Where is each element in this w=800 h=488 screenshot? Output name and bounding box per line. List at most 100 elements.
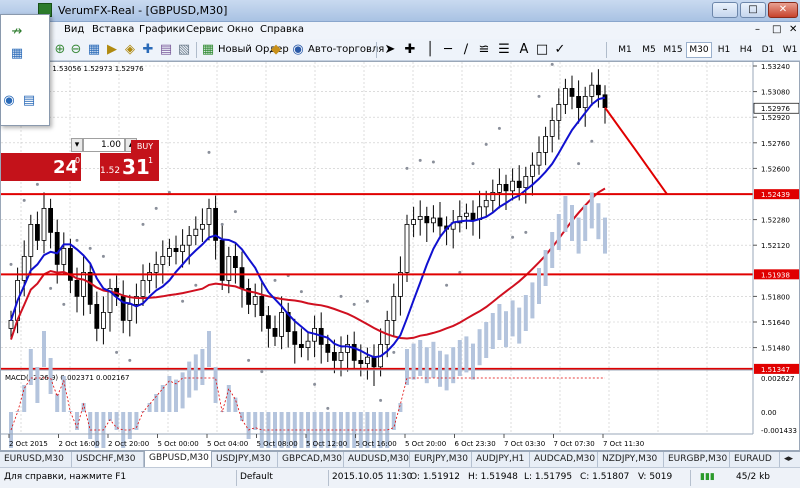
zoom-out-icon[interactable]: ⊖ [68,42,84,58]
candle-body [516,180,522,188]
menu-charts[interactable]: Графики [139,24,185,35]
candle-body [101,311,106,329]
lot-input[interactable]: 1.00 [83,138,125,152]
sell-button[interactable]: 24 0 [1,153,81,181]
fibonacci-icon[interactable]: ☰ [496,42,512,58]
tile-windows-icon[interactable]: ▦ [86,42,102,58]
text-tool-icon[interactable]: A [516,42,532,58]
timeframe-m5[interactable]: M5 [638,42,660,58]
minimize-button[interactable]: – [712,2,738,18]
tab-audjpy[interactable]: AUDJPY,H1 [472,452,530,467]
psar-dot [445,283,449,287]
macd-histogram-bar [471,343,475,380]
templates-icon[interactable]: ▧ [176,42,192,58]
level-price-label: 1.51938 [761,271,790,279]
menu-help[interactable]: Справка [260,24,304,35]
candle-body [28,223,34,257]
tab-usdjpy[interactable]: USDJPY,M30 [212,452,278,467]
psar-dot [207,150,211,154]
expert-icon[interactable]: ◆ [268,42,284,58]
timeframe-d1[interactable]: D1 [758,42,778,58]
tab-audcad[interactable]: AUDCAD,M30 [530,452,598,467]
horizontal-line-icon[interactable]: ─ [440,42,456,58]
psar-dot [497,126,501,130]
timeframe-m15[interactable]: M15 [660,42,686,58]
timeframe-m30[interactable]: M30 [686,42,712,58]
macd-histogram-bar [464,336,469,373]
close-button[interactable]: ✕ [768,2,798,18]
candle-body [404,223,410,273]
auto-scroll-icon[interactable]: ▶ [104,42,120,58]
doc-restore-button[interactable]: □ [772,24,781,35]
doc-minimize-button[interactable]: – [755,24,760,35]
candle-body [61,247,67,265]
tab-scroll-icon[interactable]: ◂▸ [780,452,800,467]
menu-window[interactable]: Окно [227,24,254,35]
chart-line-icon[interactable]: ↛ [9,24,25,40]
candle-body [127,303,133,321]
zoom-in-icon[interactable]: ⊕ [52,42,68,58]
psar-dot [511,235,515,239]
crosshair-icon[interactable]: ✚ [402,42,418,58]
menu-tools[interactable]: Сервис [186,24,223,35]
menu-view[interactable]: Вид [64,24,84,35]
tab-usdchf[interactable]: USDCHF,M30 [72,452,144,467]
status-high: H: 1.51948 [468,472,518,482]
maximize-button[interactable]: □ [740,2,766,18]
tab-audusd[interactable]: AUDUSD,M30 [344,452,410,467]
doc-close-button[interactable]: ✕ [789,24,797,35]
status-profile[interactable]: Default [240,472,273,482]
tab-eurusd[interactable]: EURUSD,M30 [0,452,72,467]
channel-icon[interactable]: ≌ [476,42,492,58]
timeframe-m1[interactable]: M1 [614,42,636,58]
toolbar-separator [606,42,607,58]
arrows-tool-icon[interactable]: ✓ [552,42,568,58]
label-tool-icon[interactable]: □ [534,42,550,58]
candle-body [199,223,205,230]
chart-window[interactable]: 1.52439 1.51938 1.51347 1.53240 1.53080 1.52… [0,61,800,451]
periods-icon[interactable]: ▤ [158,42,174,58]
settings-icon[interactable]: ▤ [21,93,37,109]
timeframe-h4[interactable]: H4 [736,42,756,58]
toolbar: ⊕ ⊖ ▦ ▶ ◈ ✚ ▤ ▧ ▦ Новый Ордер ◆ ◉ Авто-т… [50,39,800,61]
menu-insert[interactable]: Вставка [92,24,134,35]
indicators-icon[interactable]: ✚ [140,42,156,58]
vertical-line-icon[interactable]: │ [422,42,438,58]
tab-euraud[interactable]: EURAUD [730,452,780,467]
tab-gbpusd[interactable]: GBPUSD,M30 [144,451,212,468]
level-price-label: 1.52439 [761,191,790,199]
macd-histogram-bar [603,217,607,254]
candle-body [430,217,436,224]
lot-decrease-button[interactable]: ▾ [71,138,83,152]
buy-button[interactable]: 1.52 31 1 [99,153,159,181]
candle-body [272,327,278,337]
macd-label: MACD(12,26,9) 0.002371 0.002167 [5,374,129,382]
connection-icon[interactable]: ▮▮▮ [700,472,715,482]
tab-nzdjpy[interactable]: NZDJPY,M30 [598,452,664,467]
timeframe-w1[interactable]: W1 [780,42,800,58]
status-low: L: 1.51795 [524,472,573,482]
tab-eurjpy[interactable]: EURJPY,M30 [410,452,472,467]
trendline-icon[interactable]: ∕ [458,42,474,58]
macd-histogram-bar [497,304,502,340]
tab-gbpcad[interactable]: GBPCAD,M30 [278,452,344,467]
autotrading-button[interactable]: Авто-торговля [308,44,384,55]
cursor-icon[interactable]: ➤ [382,42,398,58]
tab-eurgbp[interactable]: EURGBP,M30 [664,452,730,467]
candle-body [371,356,377,368]
candle-body [503,184,509,192]
price-chart[interactable]: 1.52439 1.51938 1.51347 1.53240 1.53080 1.52… [1,62,799,450]
timeframe-h1[interactable]: H1 [714,42,734,58]
globe-icon[interactable]: ◉ [1,93,17,109]
buy-label[interactable]: BUY [131,140,159,153]
autotrading-icon[interactable]: ◉ [290,42,306,58]
time-tick-label: 2 Oct 16:00 [59,440,100,448]
chart-shift-icon[interactable]: ◈ [122,42,138,58]
windows-icon[interactable]: ▦ [9,46,25,62]
toolbar-separator [196,42,197,58]
candle-body [140,279,146,297]
time-tick-label: 5 Oct 16:00 [356,440,397,448]
new-order-icon[interactable]: ▦ [200,42,216,58]
psar-dot [9,262,13,266]
status-help: Для справки, нажмите F1 [4,472,127,482]
